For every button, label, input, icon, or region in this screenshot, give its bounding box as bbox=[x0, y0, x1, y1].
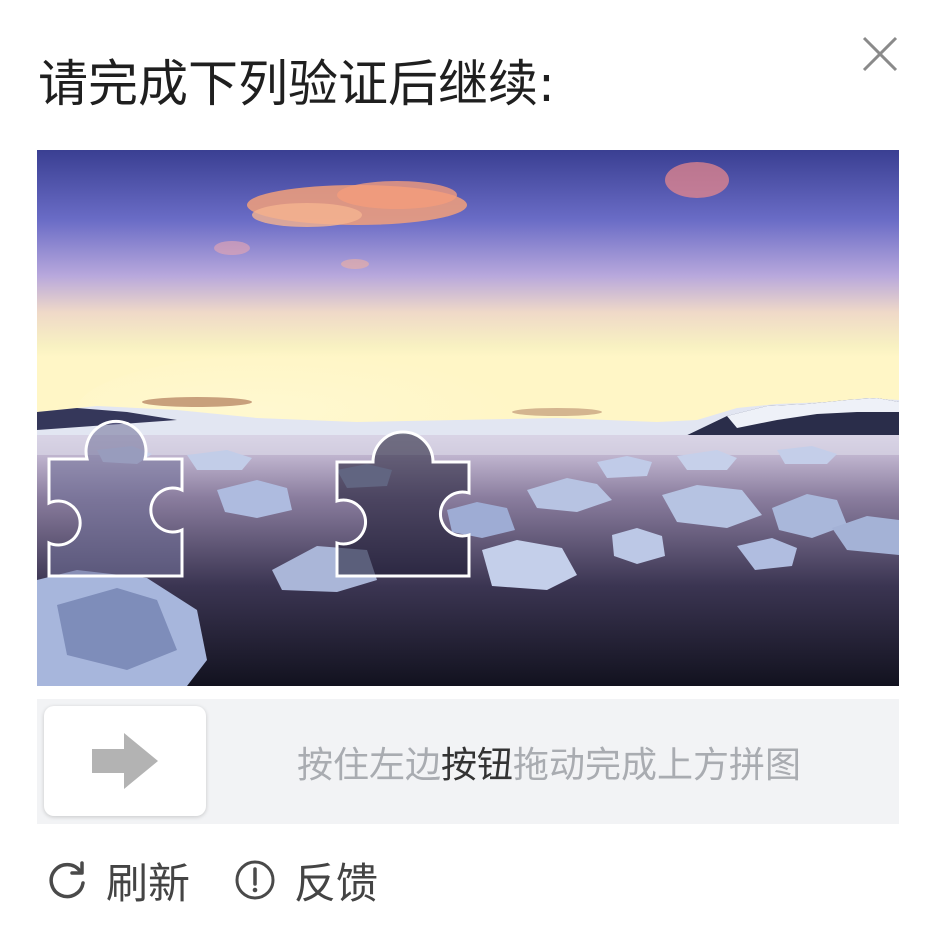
feedback-button[interactable]: 反馈 bbox=[234, 850, 378, 911]
slider-hint-strong: 按钮 bbox=[441, 744, 514, 786]
close-icon bbox=[862, 36, 898, 72]
slider-hint-prefix: 按住左边 bbox=[297, 744, 442, 786]
slider-track: 按住左边 按钮 拖动完成上方拼图 bbox=[37, 699, 899, 824]
refresh-label: 刷新 bbox=[106, 858, 191, 908]
refresh-button[interactable]: 刷新 bbox=[46, 850, 190, 911]
feedback-label: 反馈 bbox=[294, 858, 379, 908]
puzzle-image bbox=[37, 150, 899, 686]
slider-hint-suffix: 拖动完成上方拼图 bbox=[513, 744, 802, 786]
close-button[interactable] bbox=[858, 32, 902, 76]
captcha-dialog: 请完成下列验证后继续: 按住左边 按钮 拖动完成上方拼图 刷新 反馈 bbox=[0, 0, 936, 948]
captcha-footer: 刷新 反馈 bbox=[46, 852, 422, 908]
slider-hint: 按住左边 按钮 拖动完成上方拼图 bbox=[297, 699, 857, 824]
slider-handle[interactable] bbox=[44, 706, 206, 816]
arrow-right-icon bbox=[92, 733, 158, 789]
dialog-title: 请完成下列验证后继续: bbox=[38, 55, 555, 113]
refresh-icon bbox=[49, 861, 85, 899]
exclamation-circle-icon bbox=[235, 860, 275, 900]
